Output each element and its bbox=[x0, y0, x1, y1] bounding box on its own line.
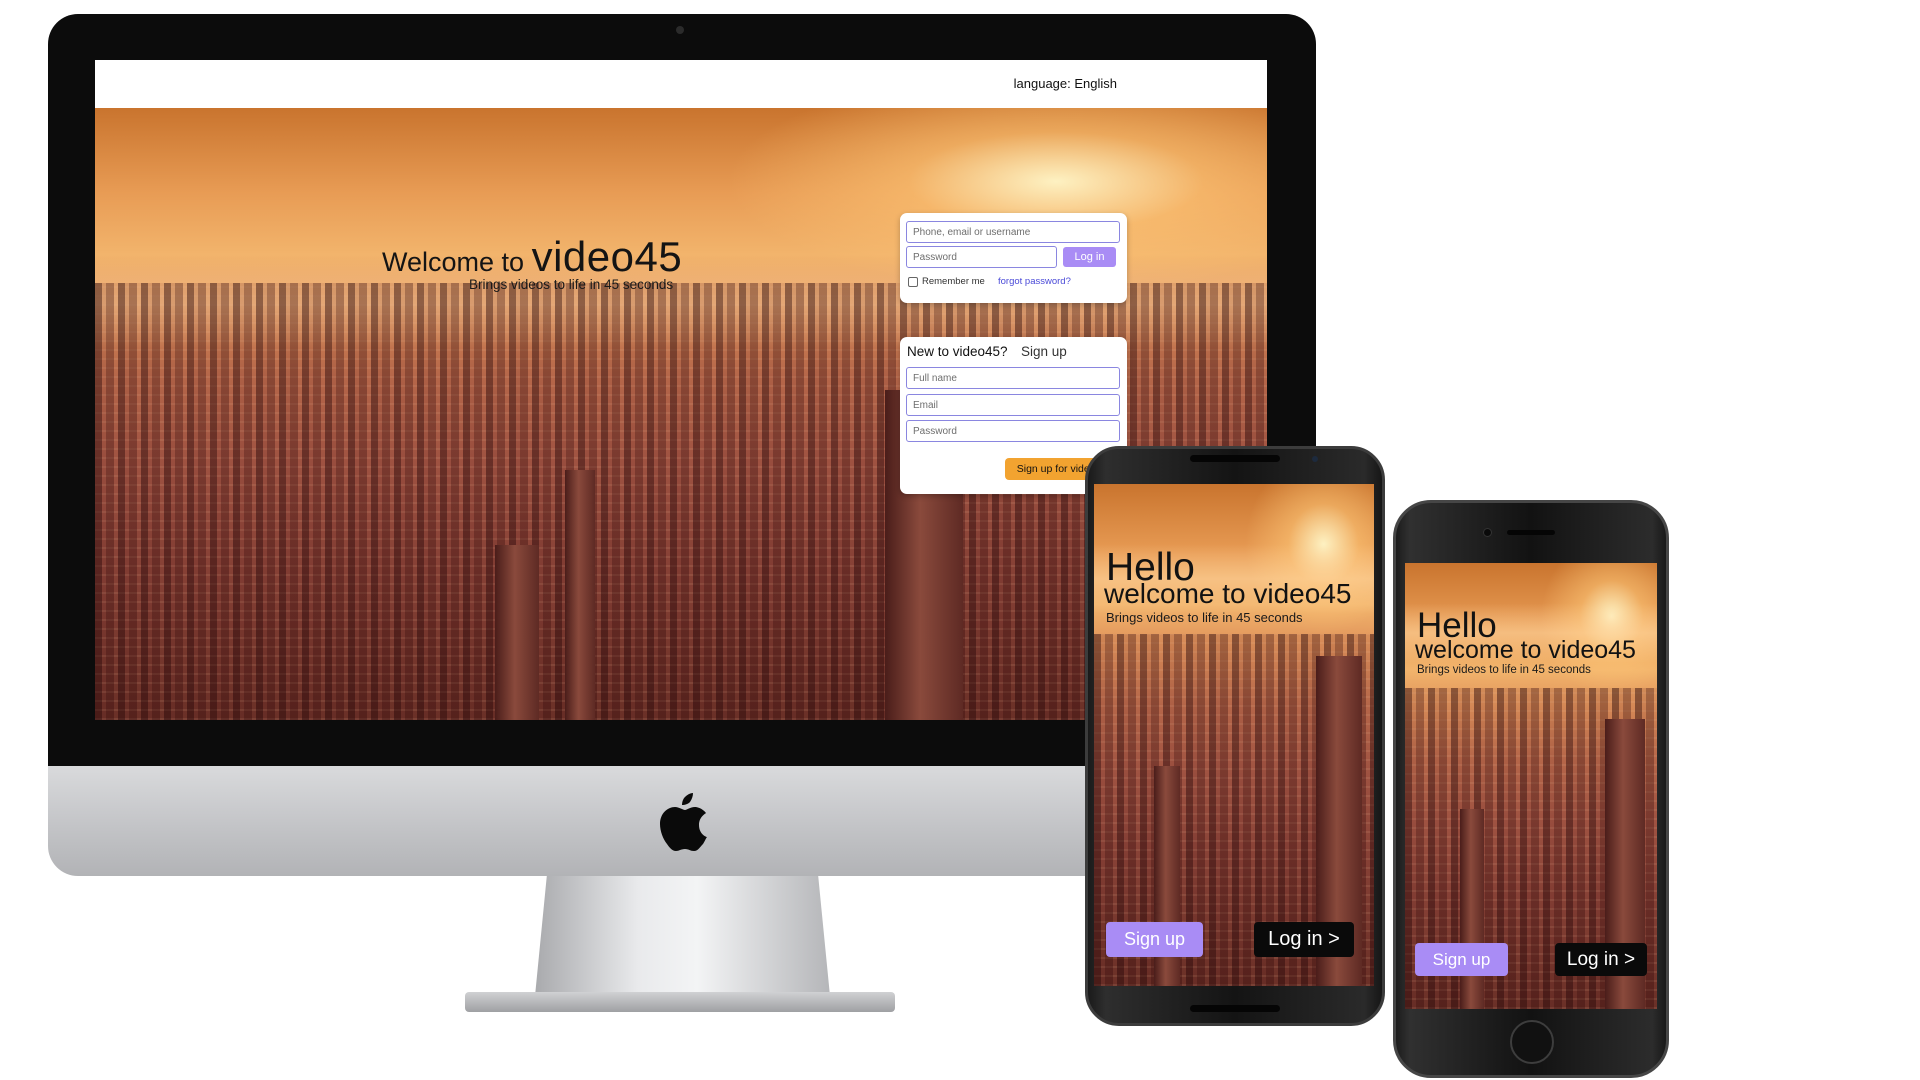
login-button[interactable]: Log in > bbox=[1254, 922, 1354, 957]
welcome-prefix: Welcome to bbox=[382, 247, 532, 277]
home-button[interactable] bbox=[1510, 1020, 1554, 1064]
remember-me-checkbox[interactable] bbox=[908, 277, 918, 287]
android-speaker-icon bbox=[1190, 1005, 1280, 1012]
signup-heading-link[interactable]: Sign up bbox=[1021, 344, 1067, 359]
hero-tower bbox=[495, 545, 539, 720]
login-button[interactable]: Log in > bbox=[1555, 943, 1647, 976]
language-selector[interactable]: language: English bbox=[1014, 76, 1117, 91]
apple-logo-icon bbox=[660, 793, 707, 851]
tagline: Brings videos to life in 45 seconds bbox=[1106, 610, 1303, 625]
imac-stand-neck bbox=[535, 876, 830, 996]
login-card: Log in Remember me forgot password? bbox=[900, 213, 1127, 303]
forgot-password-link[interactable]: forgot password? bbox=[998, 276, 1071, 287]
imac-stand-base bbox=[465, 992, 895, 1012]
tagline: Brings videos to life in 45 seconds bbox=[1417, 664, 1591, 676]
login-button[interactable]: Log in bbox=[1063, 247, 1116, 267]
username-input[interactable] bbox=[906, 221, 1120, 243]
imac-camera bbox=[676, 26, 684, 34]
fullname-input[interactable] bbox=[906, 367, 1120, 389]
welcome-heading: welcome to video45 bbox=[1415, 636, 1636, 664]
android-camera-icon bbox=[1312, 456, 1318, 462]
android-screen: Hello welcome to video45 Brings videos t… bbox=[1094, 484, 1374, 986]
welcome-heading: Welcome to video45 Brings videos to life… bbox=[382, 233, 683, 292]
tagline: Brings videos to life in 45 seconds bbox=[469, 277, 674, 292]
desktop-top-bar: language: English bbox=[95, 60, 1267, 108]
hero-tower bbox=[565, 470, 595, 720]
remember-me-label: Remember me bbox=[922, 276, 985, 287]
signup-password-input[interactable] bbox=[906, 420, 1120, 442]
brand-name: video45 bbox=[531, 233, 683, 280]
welcome-heading: welcome to video45 bbox=[1104, 578, 1352, 609]
email-input[interactable] bbox=[906, 394, 1120, 416]
iphone-speaker-icon bbox=[1507, 530, 1555, 535]
hero-tower bbox=[1460, 809, 1484, 1009]
signup-button[interactable]: Sign up bbox=[1106, 922, 1203, 957]
signup-heading: New to video45? bbox=[907, 344, 1008, 359]
iphone-camera-icon bbox=[1483, 528, 1492, 537]
android-speaker-icon bbox=[1190, 455, 1280, 462]
iphone-screen: Hello welcome to video45 Brings videos t… bbox=[1405, 563, 1657, 1009]
signup-button[interactable]: Sign up bbox=[1415, 943, 1508, 976]
password-input[interactable] bbox=[906, 246, 1057, 268]
